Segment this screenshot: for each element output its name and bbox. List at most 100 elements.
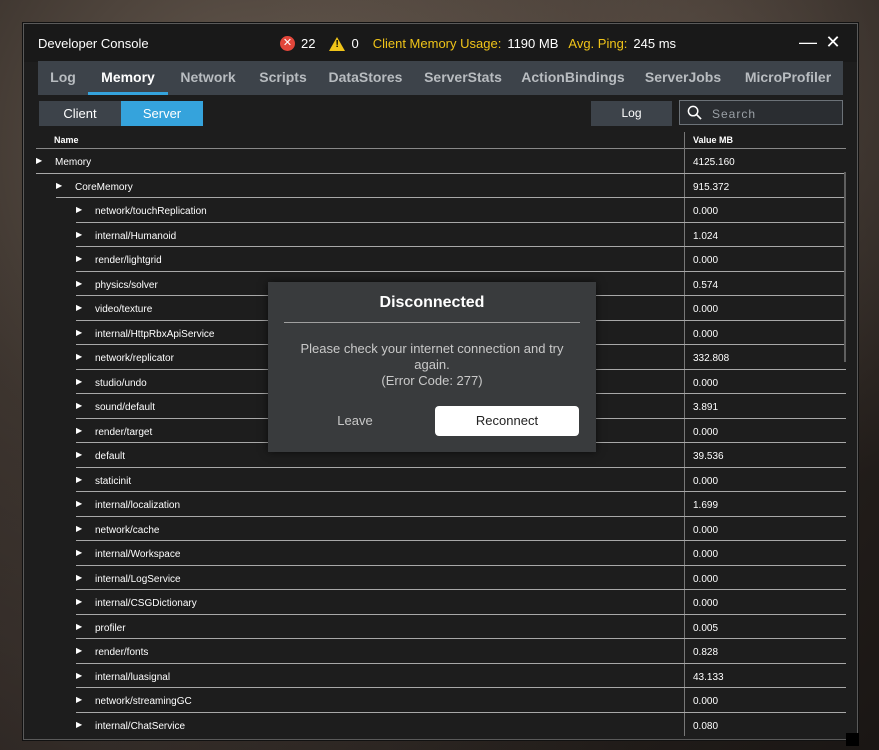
tab-serverstats[interactable]: ServerStats (413, 61, 513, 95)
table-row[interactable]: ▶ CoreMemory 915.372 (56, 174, 846, 198)
table-row[interactable]: ▶ network/streamingGC 0.000 (76, 688, 846, 713)
expand-arrow-icon[interactable]: ▶ (76, 573, 82, 582)
table-scrollbar[interactable] (844, 172, 846, 362)
expand-arrow-icon[interactable]: ▶ (76, 401, 82, 410)
expand-arrow-icon[interactable]: ▶ (76, 426, 82, 435)
table-row[interactable]: ▶ network/cache 0.000 (76, 517, 846, 541)
expand-arrow-icon[interactable]: ▶ (76, 475, 82, 484)
row-value: 0.000 (693, 598, 719, 609)
expand-arrow-icon[interactable]: ▶ (76, 230, 82, 239)
leave-button[interactable]: Leave (320, 413, 390, 428)
row-value: 0.000 (693, 696, 719, 707)
expand-arrow-icon[interactable]: ▶ (76, 548, 82, 557)
expand-arrow-icon[interactable]: ▶ (76, 671, 82, 680)
expand-arrow-icon[interactable]: ▶ (76, 622, 82, 631)
row-name: network/replicator (95, 353, 174, 364)
tab-memory[interactable]: Memory (88, 61, 168, 95)
resize-handle[interactable] (846, 733, 859, 746)
ping-label: Avg. Ping: (568, 36, 628, 51)
log-button[interactable]: Log (591, 101, 672, 126)
warning-count[interactable]: 0 (351, 36, 358, 51)
row-name: internal/Workspace (95, 549, 181, 560)
search-box[interactable] (679, 100, 843, 125)
expand-arrow-icon[interactable]: ▶ (76, 254, 82, 263)
table-row[interactable]: ▶ Memory 4125.160 (36, 149, 846, 174)
row-value: 0.000 (693, 255, 719, 266)
row-value: 0.000 (693, 426, 719, 438)
tab-network[interactable]: Network (168, 61, 248, 95)
client-toggle-button[interactable]: Client (39, 101, 121, 126)
row-name: internal/Humanoid (95, 230, 177, 242)
expand-arrow-icon[interactable]: ▶ (76, 450, 82, 459)
row-value: 1.699 (693, 500, 719, 511)
table-row[interactable]: ▶ render/lightgrid 0.000 (76, 247, 846, 272)
dialog-message: Please check your internet connection an… (296, 341, 568, 389)
expand-arrow-icon[interactable]: ▶ (76, 352, 82, 361)
table-row[interactable]: ▶ render/fonts 0.828 (76, 639, 846, 664)
tab-datastores[interactable]: DataStores (318, 61, 413, 95)
row-name: internal/HttpRbxApiService (95, 328, 215, 340)
tab-actionbindings[interactable]: ActionBindings (513, 61, 633, 95)
row-value: 915.372 (693, 181, 730, 193)
ping-value: 245 ms (633, 36, 677, 51)
expand-arrow-icon[interactable]: ▶ (76, 279, 82, 288)
table-row[interactable]: ▶ network/touchReplication 0.000 (76, 198, 846, 223)
table-row[interactable]: ▶ internal/localization 1.699 (76, 492, 846, 517)
reconnect-button[interactable]: Reconnect (435, 406, 579, 436)
error-count[interactable]: 22 (301, 36, 315, 51)
table-row[interactable]: ▶ staticinit 0.000 (76, 468, 846, 492)
warning-icon[interactable]: ! (329, 36, 346, 51)
tab-microprofiler[interactable]: MicroProfiler (733, 61, 843, 95)
server-toggle-button[interactable]: Server (121, 101, 203, 126)
row-value: 0.000 (693, 475, 719, 487)
tab-scripts[interactable]: Scripts (248, 61, 318, 95)
table-row[interactable]: ▶ internal/CSGDictionary 0.000 (76, 590, 846, 615)
expand-arrow-icon[interactable]: ▶ (76, 303, 82, 312)
title-bar: Developer Console ✕ 22 ! 0 Client Memory… (24, 24, 857, 62)
row-value: 0.574 (693, 279, 719, 291)
row-value: 0.000 (693, 549, 719, 560)
stats-bar: ✕ 22 ! 0 Client Memory Usage: 1190 MB Av… (280, 36, 686, 51)
row-name: render/lightgrid (95, 255, 162, 266)
row-name: profiler (95, 622, 126, 634)
row-name: default (95, 451, 126, 462)
expand-arrow-icon[interactable]: ▶ (76, 720, 82, 729)
expand-arrow-icon[interactable]: ▶ (36, 156, 42, 165)
row-value: 0.828 (693, 647, 719, 658)
table-row[interactable]: ▶ internal/LogService 0.000 (76, 566, 846, 590)
row-name: internal/LogService (95, 573, 181, 585)
table-row[interactable]: ▶ internal/luasignal 43.133 (76, 664, 846, 688)
expand-arrow-icon[interactable]: ▶ (76, 597, 82, 606)
expand-arrow-icon[interactable]: ▶ (56, 181, 62, 190)
close-button[interactable]: ✕ (823, 32, 843, 52)
row-name: network/cache (95, 524, 160, 536)
row-name: network/touchReplication (95, 206, 207, 217)
row-value: 0.000 (693, 524, 719, 536)
row-value: 3.891 (693, 402, 719, 413)
table-row[interactable]: ▶ internal/ChatService 0.080 (76, 713, 846, 737)
expand-arrow-icon[interactable]: ▶ (76, 646, 82, 655)
table-row[interactable]: ▶ internal/Humanoid 1.024 (76, 223, 846, 247)
table-row[interactable]: ▶ profiler 0.005 (76, 615, 846, 639)
expand-arrow-icon[interactable]: ▶ (76, 377, 82, 386)
row-name: physics/solver (95, 279, 158, 291)
tab-log[interactable]: Log (38, 61, 88, 95)
table-header: Name Value MB (36, 132, 846, 149)
search-input[interactable] (710, 104, 840, 124)
error-icon[interactable]: ✕ (280, 36, 295, 51)
tab-serverjobs[interactable]: ServerJobs (633, 61, 733, 95)
expand-arrow-icon[interactable]: ▶ (76, 695, 82, 704)
minimize-button[interactable]: — (798, 32, 818, 52)
expand-arrow-icon[interactable]: ▶ (76, 499, 82, 508)
expand-arrow-icon[interactable]: ▶ (76, 328, 82, 337)
row-name: network/streamingGC (95, 696, 192, 707)
column-header-name[interactable]: Name (54, 135, 79, 145)
expand-arrow-icon[interactable]: ▶ (76, 205, 82, 214)
memory-usage-value: 1190 MB (507, 36, 559, 51)
column-header-value[interactable]: Value MB (693, 135, 733, 145)
table-row[interactable]: ▶ internal/Workspace 0.000 (76, 541, 846, 566)
expand-arrow-icon[interactable]: ▶ (76, 524, 82, 533)
dialog-title: Disconnected (379, 294, 485, 311)
tab-bar: Log Memory Network Scripts DataStores Se… (38, 61, 843, 95)
row-name: internal/luasignal (95, 671, 171, 683)
